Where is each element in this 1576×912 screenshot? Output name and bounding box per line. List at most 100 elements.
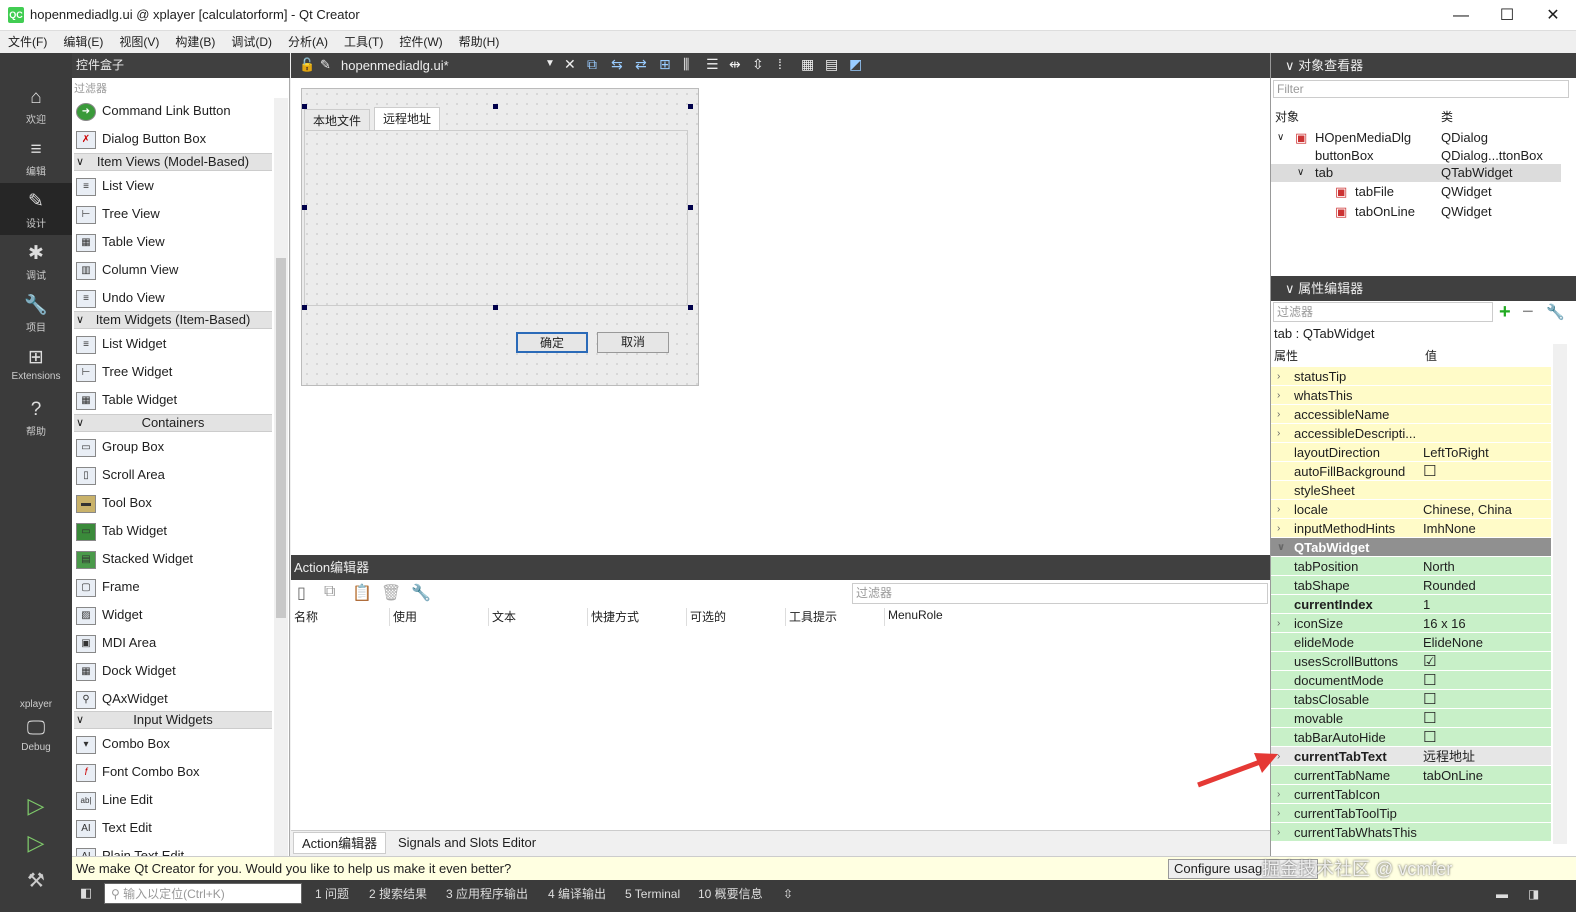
property-row[interactable]: tabPosition North (1271, 557, 1551, 576)
close-button[interactable]: ✕ (1530, 0, 1576, 31)
property-value[interactable]: ☐ (1423, 728, 1551, 747)
selection-handle[interactable] (493, 104, 498, 109)
toolbox-item-tree-widget[interactable]: ⊢ Tree Widget (74, 358, 272, 385)
menu-file[interactable]: 文件(F) (0, 31, 55, 53)
object-filter-input[interactable]: Filter (1273, 80, 1569, 98)
toolbox-item-widget[interactable]: ▨ Widget (74, 601, 272, 628)
layout-h-splitter-icon[interactable]: ⇹ (729, 56, 741, 73)
mode-edit[interactable]: ≡ 编辑 (0, 131, 72, 183)
column-header-menurole[interactable]: MenuRole (885, 608, 984, 626)
adjust-size-icon[interactable]: ◩ (849, 56, 862, 73)
mode-welcome[interactable]: ⌂ 欢迎 (0, 79, 72, 131)
layout-grid-icon[interactable]: ▦ (801, 56, 814, 73)
toolbox-item-tab-widget[interactable]: ▭ Tab Widget (74, 517, 272, 544)
tab-signals-slots-editor[interactable]: Signals and Slots Editor (390, 832, 544, 854)
chevron-right-icon[interactable]: › (1277, 804, 1280, 823)
property-checkbox[interactable]: ☑ (1423, 654, 1436, 669)
property-row[interactable]: › inputMethodHints ImhNone (1271, 519, 1551, 538)
ok-button[interactable]: 确定 (516, 332, 588, 353)
remove-property-icon[interactable]: − (1522, 301, 1534, 324)
property-row[interactable]: currentTabName tabOnLine (1271, 766, 1551, 785)
toolbox-item-list-widget[interactable]: ≡ List Widget (74, 330, 272, 357)
toolbox-item-dialog-button-box[interactable]: ✗ Dialog Button Box (74, 125, 272, 152)
toolbox-item-group-box[interactable]: ▭ Group Box (74, 433, 272, 460)
property-value[interactable]: ☐ (1423, 462, 1551, 481)
open-document-name[interactable]: hopenmediadlg.ui* (341, 58, 449, 73)
menu-debug[interactable]: 调试(D) (223, 31, 280, 53)
close-document-icon[interactable]: ✕ (564, 56, 576, 73)
property-row[interactable]: › whatsThis (1271, 386, 1551, 405)
toolbox-item-text-edit[interactable]: AI Text Edit (74, 814, 272, 841)
chevron-down-icon[interactable]: ▼ (545, 58, 555, 69)
break-layout-icon[interactable]: ▤ (825, 56, 838, 73)
pane-search-results[interactable]: 2 搜索结果 (369, 880, 427, 908)
toolbox-category-containers[interactable]: ∨ Containers (74, 414, 272, 432)
menu-view[interactable]: 视图(V) (111, 31, 167, 53)
tab-page[interactable] (304, 130, 688, 306)
toolbox-item-line-edit[interactable]: ab| Line Edit (74, 786, 272, 813)
chevron-right-icon[interactable]: › (1277, 405, 1280, 424)
toolbox-category-input-widgets[interactable]: ∨ Input Widgets (74, 711, 272, 729)
property-value[interactable]: ☑ (1423, 652, 1551, 671)
chevron-right-icon[interactable]: › (1277, 386, 1280, 405)
debug-run-button[interactable]: ▷ (0, 825, 72, 861)
pane-application-output[interactable]: 3 应用程序输出 (446, 880, 528, 908)
toggle-sidebar-icon[interactable]: ◧ (80, 885, 92, 901)
chevron-right-icon[interactable]: › (1277, 367, 1280, 386)
layout-v-splitter-icon[interactable]: ⇳ (752, 56, 764, 73)
menu-controls[interactable]: 控件(W) (391, 31, 450, 53)
chevron-right-icon[interactable]: › (1277, 424, 1280, 443)
progress-details-icon[interactable]: ▬ (1496, 880, 1508, 908)
object-row-tabonline[interactable]: ▣ tabOnLine QWidget (1271, 203, 1561, 221)
property-filter-input[interactable]: 过滤器 (1273, 302, 1493, 322)
property-row[interactable]: tabsClosable ☐ (1271, 690, 1551, 709)
form-tab-local-file[interactable]: 本地文件 (304, 109, 371, 131)
edit-widgets-icon[interactable]: ⧉ (587, 56, 597, 73)
menu-analyze[interactable]: 分析(A) (280, 31, 336, 53)
form-tab-remote-address[interactable]: 远程地址 (374, 107, 441, 131)
toolbox-item-column-view[interactable]: ▥ Column View (74, 256, 272, 283)
toolbox-item-list-view[interactable]: ≡ List View (74, 172, 272, 199)
mode-help[interactable]: ? 帮助 (0, 391, 72, 443)
property-row[interactable]: › accessibleDescripti... (1271, 424, 1551, 443)
pane-compile-output[interactable]: 4 编译输出 (548, 880, 606, 908)
selection-handle[interactable] (688, 305, 693, 310)
dialog-form[interactable]: 本地文件 远程地址 确定 取消 (301, 88, 699, 386)
selection-handle[interactable] (688, 205, 693, 210)
property-value[interactable]: North (1423, 557, 1551, 576)
toolbox-item-plain-text-edit[interactable]: AIPlain Text Edit (74, 842, 272, 856)
chevron-right-icon[interactable]: › (1277, 614, 1280, 633)
toolbox-item-table-view[interactable]: ▦ Table View (74, 228, 272, 255)
scrollbar-thumb[interactable] (276, 258, 286, 618)
selection-handle[interactable] (688, 104, 693, 109)
menu-edit[interactable]: 编辑(E) (55, 31, 111, 53)
property-row[interactable]: autoFillBackground ☐ (1271, 462, 1551, 481)
add-dynamic-property-icon[interactable]: + (1499, 301, 1511, 324)
mode-design[interactable]: ✎ 设计 (0, 183, 72, 235)
toolbox-scrollbar[interactable] (274, 98, 288, 880)
column-header-class[interactable]: 类 (1441, 108, 1453, 125)
menu-tools[interactable]: 工具(T) (336, 31, 391, 53)
menu-help[interactable]: 帮助(H) (451, 31, 508, 53)
tab-action-editor[interactable]: Action编辑器 (293, 832, 387, 854)
pane-issues[interactable]: 1 问题 (315, 880, 349, 908)
column-header-checkable[interactable]: 可选的 (687, 608, 786, 626)
menu-build[interactable]: 构建(B) (167, 31, 223, 53)
toolbox-item-mdi-area[interactable]: ▣ MDI Area (74, 629, 272, 656)
toolbox-item-dock-widget[interactable]: ▦ Dock Widget (74, 657, 272, 684)
edit-tab-order-icon[interactable]: ⊞ (659, 56, 671, 73)
property-value[interactable]: ☐ (1423, 709, 1551, 728)
property-checkbox[interactable]: ☐ (1423, 730, 1436, 745)
property-checkbox[interactable]: ☐ (1423, 692, 1436, 707)
property-row[interactable]: › currentTabToolTip (1271, 804, 1551, 823)
locator-input[interactable]: ⚲ 输入以定位(Ctrl+K) (104, 883, 302, 904)
selection-handle[interactable] (302, 205, 307, 210)
widget-box-filter[interactable]: 过滤器 (74, 80, 270, 98)
property-row[interactable]: › accessibleName (1271, 405, 1551, 424)
toolbox-item-stacked-widget[interactable]: ▤ Stacked Widget (74, 545, 272, 572)
toolbox-item-qaxwidget[interactable]: ⚲ QAxWidget (74, 685, 272, 712)
property-scrollbar[interactable] (1553, 344, 1567, 844)
property-row[interactable]: › locale Chinese, China (1271, 500, 1551, 519)
property-row[interactable]: documentMode ☐ (1271, 671, 1551, 690)
new-action-icon[interactable]: ▯ (297, 583, 306, 603)
